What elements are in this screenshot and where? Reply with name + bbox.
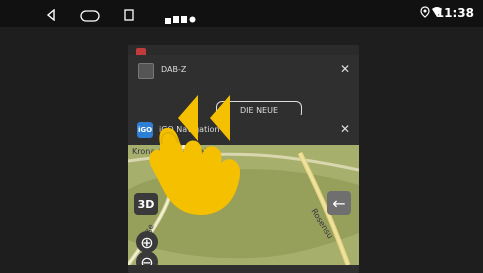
partial-button-label: DIE NEUE — [239, 105, 279, 115]
notification-icon-2 — [173, 8, 179, 27]
close-icon[interactable]: ✕ — [340, 62, 350, 76]
card-title: iGO Navigation — [159, 125, 220, 134]
map-preview: Kronau (Karlsruhe) Rosensu traße 3D ← ⊕ … — [128, 145, 359, 265]
status-bar: 11:38 — [0, 0, 483, 27]
dab-z-app-icon — [138, 63, 154, 79]
recents-icon[interactable] — [124, 6, 134, 25]
recents-card-igo-navigation[interactable]: iGO iGO Navigation ✕ Kronau (Karlsruhe) … — [128, 115, 359, 273]
home-icon[interactable] — [80, 7, 100, 26]
zoom-in-icon[interactable]: ⊕ — [136, 231, 158, 253]
clock: 11:38 — [435, 6, 474, 20]
map-label-top: Kronau (Karlsruhe) — [132, 147, 208, 156]
location-icon — [419, 6, 431, 21]
notification-icon-4 — [189, 8, 196, 27]
recents-screen: DAB-Z ✕ DIE NEUE iGO iGO Navigation ✕ Kr… — [0, 27, 483, 273]
view-3d-button[interactable]: 3D — [134, 193, 158, 215]
arrow-left-icon[interactable]: ← — [327, 191, 351, 215]
close-icon[interactable]: ✕ — [340, 122, 350, 136]
notification-icon-3 — [181, 8, 187, 27]
igo-app-icon: iGO — [137, 122, 153, 138]
card-title: DAB-Z — [161, 65, 187, 74]
notification-icon-1 — [165, 9, 171, 28]
back-icon[interactable] — [45, 6, 57, 25]
